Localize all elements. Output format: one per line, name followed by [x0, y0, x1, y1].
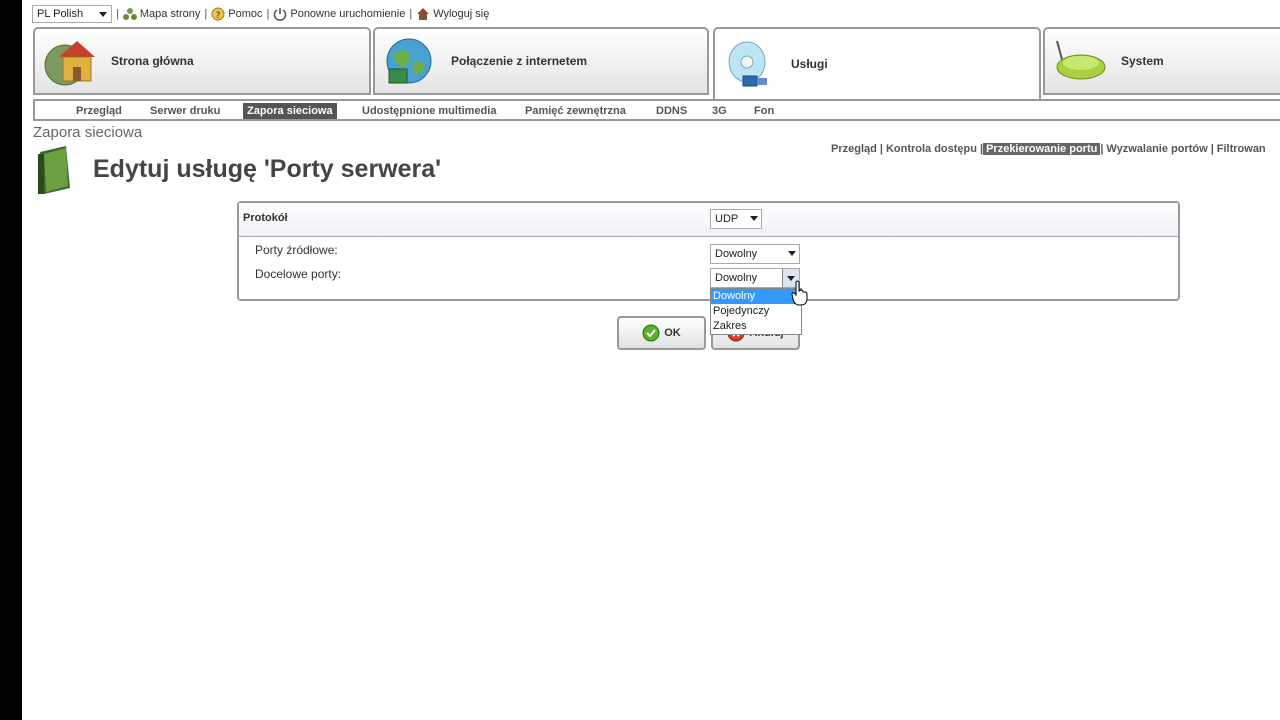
protocol-select[interactable]: UDP	[710, 209, 762, 229]
check-icon	[642, 324, 660, 342]
breadcrumb: Zapora sieciowa	[33, 124, 143, 141]
tab-home-label: Strona główna	[111, 54, 194, 68]
subtab-firewall[interactable]: Zapora sieciowa	[243, 103, 337, 119]
language-select-value: PL Polish	[37, 8, 84, 20]
edit-service-form: Protokół UDP Porty źródłowe: Dowolny Doc…	[237, 201, 1180, 301]
chevron-down-icon	[99, 11, 107, 17]
dropdown-option-single[interactable]: Pojedynczy	[711, 304, 801, 319]
sitemap-link-label: Mapa strony	[139, 8, 201, 20]
page-title: Edytuj usługę 'Porty serwera'	[93, 155, 442, 183]
help-link[interactable]: ? Pomoc	[211, 7, 263, 21]
firewall-nav-links: Przegląd | Kontrola dostępu | Przekierowan…	[828, 143, 1269, 155]
logout-house-icon	[417, 8, 430, 20]
sub-tab-bar: Przegląd Serwer druku Zapora sieciowa Ud…	[33, 99, 1280, 121]
home-globe-icon	[44, 41, 95, 86]
top-bar: PL Polish | Mapa strony | ? Pomoc | Pono…	[32, 4, 489, 24]
tab-system[interactable]: System	[1043, 27, 1280, 95]
tab-services[interactable]: Usługi	[713, 27, 1041, 99]
logout-link[interactable]: Wyloguj się	[416, 7, 489, 21]
subtab-print-server[interactable]: Serwer druku	[150, 103, 220, 119]
firewall-book-icon	[38, 146, 70, 194]
subtab-shared-media[interactable]: Udostępnione multimedia	[362, 103, 496, 119]
router-admin-page: PL Polish | Mapa strony | ? Pomoc | Pono…	[22, 0, 1280, 720]
subtab-fon[interactable]: Fon	[754, 103, 774, 119]
tab-system-label: System	[1121, 54, 1164, 68]
dropdown-option-any[interactable]: Dowolny	[711, 289, 801, 304]
source-ports-select[interactable]: Dowolny	[710, 244, 800, 264]
dest-ports-select-value: Dowolny	[715, 272, 758, 284]
ok-button[interactable]: OK	[617, 316, 706, 350]
protocol-select-value: UDP	[715, 213, 739, 225]
source-ports-select-value: Dowolny	[715, 248, 758, 260]
dropdown-option-range[interactable]: Zakres	[711, 319, 801, 334]
form-header	[239, 203, 1178, 237]
tab-internet-connection[interactable]: Połączenie z internetem	[373, 27, 709, 95]
restart-link[interactable]: Ponowne uruchomienie	[273, 7, 405, 21]
subtab-ddns[interactable]: DDNS	[656, 103, 687, 119]
sitemap-link[interactable]: Mapa strony	[122, 7, 201, 21]
internet-globe-icon	[386, 38, 432, 84]
subtab-overview[interactable]: Przegląd	[76, 103, 122, 119]
restart-link-label: Ponowne uruchomienie	[290, 8, 406, 20]
dest-ports-dropdown-list: Dowolny Pojedynczy Zakres	[710, 288, 802, 335]
chevron-down-icon	[750, 216, 758, 221]
chevron-down-icon	[788, 251, 796, 256]
nav-link-access-control[interactable]: Kontrola dostępu	[883, 143, 980, 155]
services-disc-icon	[728, 41, 767, 87]
power-icon	[274, 8, 287, 21]
tab-home[interactable]: Strona główna	[33, 27, 371, 95]
dest-ports-label: Docelowe porty:	[255, 267, 342, 281]
svg-text:?: ?	[216, 11, 221, 21]
nav-link-port-forwarding[interactable]: Przekierowanie portu	[983, 143, 1101, 155]
dest-ports-select[interactable]: Dowolny	[710, 268, 800, 288]
nav-link-filtering[interactable]: Filtrowan	[1214, 143, 1269, 155]
nav-link-port-triggering[interactable]: Wyzwalanie portów	[1103, 143, 1210, 155]
router-icon	[1056, 40, 1106, 80]
protocol-label: Protokół	[243, 212, 288, 224]
source-ports-label: Porty źródłowe:	[255, 243, 338, 257]
logout-link-label: Wyloguj się	[433, 8, 490, 20]
subtab-external-storage[interactable]: Pamięć zewnętrzna	[525, 103, 626, 119]
sitemap-icon	[122, 8, 137, 20]
help-icon: ?	[211, 7, 225, 21]
ok-button-label: OK	[664, 327, 681, 339]
subtab-3g[interactable]: 3G	[712, 103, 727, 119]
language-select[interactable]: PL Polish	[32, 5, 112, 23]
hand-cursor-icon	[791, 280, 808, 306]
tab-services-label: Usługi	[791, 57, 828, 71]
tab-internet-connection-label: Połączenie z internetem	[451, 54, 588, 68]
help-link-label: Pomoc	[228, 8, 263, 20]
nav-link-overview[interactable]: Przegląd	[828, 143, 880, 155]
